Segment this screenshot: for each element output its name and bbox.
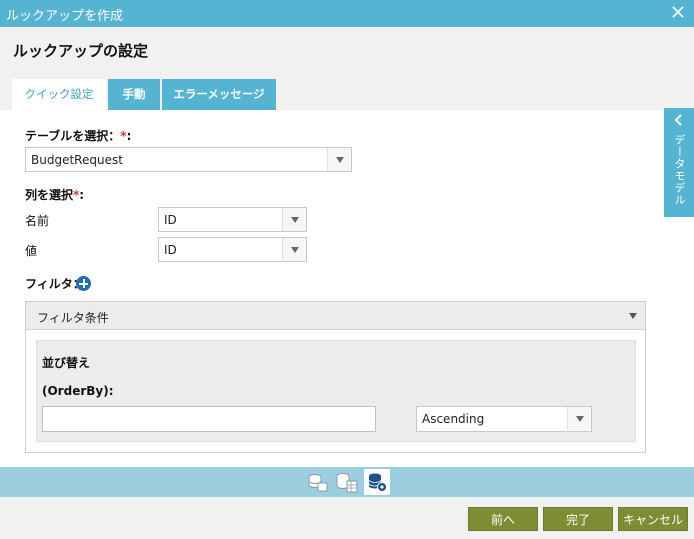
database-settings-icon[interactable] [364, 469, 390, 495]
table-select-value: BudgetRequest [31, 153, 123, 167]
orderby-label: (OrderBy): [42, 384, 114, 398]
page-header: ルックアップの設定 [0, 27, 694, 68]
chevron-down-icon [282, 238, 306, 261]
tab-manual[interactable]: 手動 [108, 79, 160, 110]
page-title: ルックアップの設定 [13, 42, 149, 60]
database-table-icon[interactable] [334, 469, 360, 495]
dialog-title: ルックアップを作成 [6, 9, 124, 24]
value-column-dropdown[interactable]: ID [158, 237, 307, 262]
filter-panel: フィルタ条件 並び替え (OrderBy): Ascending [25, 301, 646, 453]
dialog-footer: 前へ 完了 キャンセル [0, 497, 694, 539]
filter-panel-title: フィルタ条件 [37, 311, 109, 325]
tab-quick-settings[interactable]: クイック設定 [12, 79, 106, 110]
sort-title: 並び替え [42, 356, 91, 370]
chevron-left-icon [674, 114, 682, 126]
orderby-input[interactable] [42, 406, 376, 432]
chevron-down-icon [327, 148, 351, 171]
filter-panel-header[interactable]: フィルタ条件 [26, 302, 645, 330]
cancel-button[interactable]: キャンセル [618, 507, 688, 531]
value-label: 値 [25, 244, 38, 258]
name-column-value: ID [164, 213, 177, 227]
sort-direction-dropdown[interactable]: Ascending [416, 406, 592, 432]
done-button[interactable]: 完了 [543, 507, 613, 531]
sort-section: 並び替え (OrderBy): Ascending [36, 340, 636, 442]
chevron-down-icon [567, 407, 591, 430]
column-select-label: 列を選択*: [25, 188, 85, 202]
sort-direction-value: Ascending [422, 412, 485, 426]
collapse-arrow-icon [629, 313, 637, 319]
name-label: 名前 [25, 214, 50, 228]
data-model-side-tab[interactable]: データモデル [664, 108, 694, 217]
database-list-icon[interactable] [305, 469, 331, 495]
prev-button[interactable]: 前へ [468, 507, 538, 531]
close-icon[interactable] [670, 4, 686, 20]
value-column-value: ID [164, 243, 177, 257]
data-model-label: データモデル [673, 134, 686, 206]
table-select-label: テーブルを選択：*: [25, 129, 132, 143]
table-select-dropdown[interactable]: BudgetRequest [25, 147, 352, 172]
tab-bar: クイック設定 手動 エラーメッセージ [0, 68, 694, 110]
main-content: テーブルを選択：*: BudgetRequest 列を選択*: 名前 ID 値 … [0, 110, 694, 467]
add-filter-icon[interactable] [76, 276, 91, 291]
chevron-down-icon [282, 208, 306, 231]
tab-error-messages[interactable]: エラーメッセージ [162, 79, 276, 110]
bottom-toolbar [0, 467, 694, 497]
name-column-dropdown[interactable]: ID [158, 207, 307, 232]
dialog-titlebar: ルックアップを作成 [0, 0, 694, 27]
